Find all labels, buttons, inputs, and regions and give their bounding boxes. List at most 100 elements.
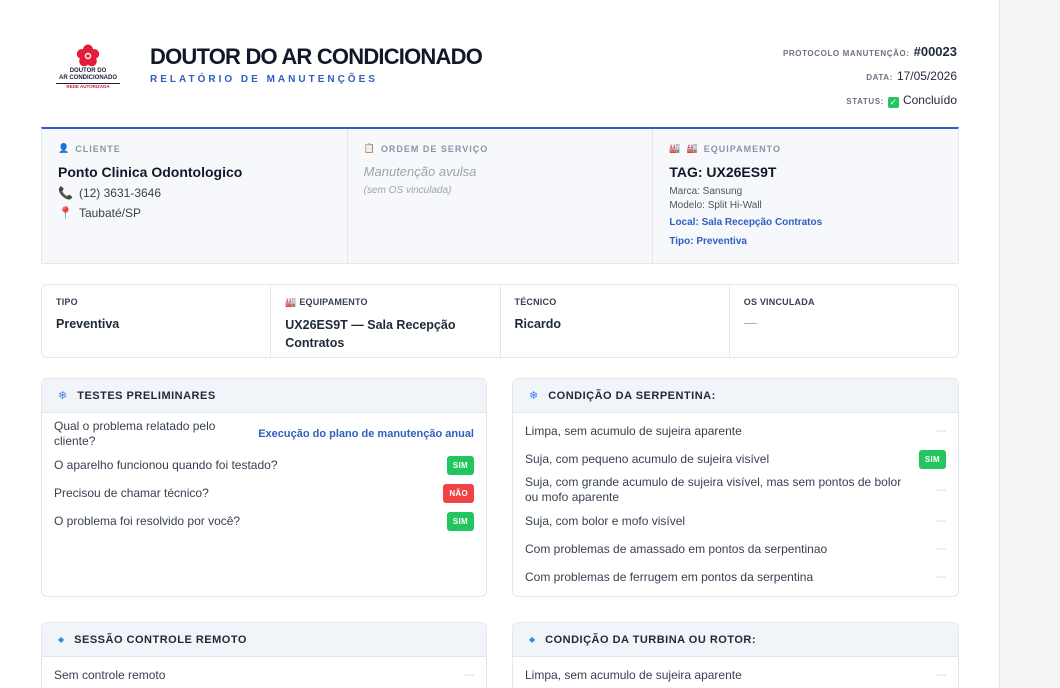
summary-os-value: —	[743, 315, 757, 330]
yes-badge: SIM	[446, 511, 474, 531]
summary-tech-label: TÉCNICO	[514, 297, 557, 307]
yes-badge: SIM	[918, 449, 946, 469]
list-item: Precisou de chamar técnico? NÃO	[54, 479, 474, 507]
list-item: O problema foi resolvido por você? SIM	[54, 507, 474, 535]
list-item: Sem controle remoto ---	[54, 661, 474, 688]
equipment-location: Local: Sala Recepção Contratos	[669, 217, 823, 228]
yes-badge: SIM	[446, 455, 474, 475]
list-item: Qual o problema relatado pelo cliente? E…	[54, 417, 474, 451]
date-row: DATA: 17/05/2026	[783, 68, 957, 92]
user-icon: 👤	[58, 143, 71, 153]
factory-icon: 🏭	[669, 143, 682, 153]
factory-icon: 🏭	[686, 143, 699, 153]
equipment-tag: TAG: UX26ES9T	[669, 164, 777, 180]
phone-icon: 📞	[58, 186, 73, 200]
empty-mark: ---	[464, 669, 474, 681]
summary-equipment: 🏭 EQUIPAMENTO UX26ES9T — Sala Recepção C…	[271, 285, 501, 357]
summary-type-value: Preventiva	[56, 317, 120, 331]
empty-mark: ---	[936, 425, 946, 437]
summary-os-label: OS VINCULADA	[743, 297, 815, 307]
item-text: Com problemas de amassado em pontos da s…	[525, 541, 828, 556]
item-text: Limpa, sem acumulo de sujeira aparente	[525, 667, 742, 682]
question-text: Precisou de chamar técnico?	[54, 485, 209, 500]
diamond-icon: ◆	[529, 635, 536, 644]
snowflake-icon: ❄	[529, 390, 539, 402]
company-logo: DOUTOR DO AR CONDICIONADO REDE AUTORIZAD…	[56, 44, 120, 90]
list-item: Com problemas de ferrugem em pontos da s…	[525, 563, 946, 591]
protocol-value: #00023	[913, 44, 957, 59]
report-subtitle: RELATÓRIO DE MANUTENÇÕES	[150, 74, 378, 85]
protocol-row: PROTOCOLO MANUTENÇÃO: #00023	[783, 44, 957, 68]
equipment-type: Tipo: Preventiva	[669, 236, 747, 247]
check-icon: ✓	[887, 97, 899, 108]
card-header: ◆ CONDIÇÃO DA TURBINA OU ROTOR:	[513, 623, 958, 657]
pin-icon: 📍	[58, 206, 73, 220]
summary-type-label: TIPO	[56, 297, 78, 307]
logo-text-3: REDE AUTORIZADA	[56, 83, 120, 89]
date-value: 17/05/2026	[896, 69, 957, 83]
service-order-header: 📋 ORDEM DE SERVIÇO	[363, 143, 489, 154]
remote-rows: Sem controle remoto ---	[42, 657, 486, 688]
service-order-column: 📋 ORDEM DE SERVIÇO Manutenção avulsa (sem…	[348, 129, 654, 263]
diamond-icon: ◆	[58, 635, 65, 644]
card-title: CONDIÇÃO DA TURBINA OU ROTOR:	[545, 633, 757, 646]
turbine-condition-card: ◆ CONDIÇÃO DA TURBINA OU ROTOR: Limpa, s…	[512, 622, 959, 688]
summary-tech: TÉCNICO Ricardo	[501, 285, 730, 357]
question-text: O aparelho funcionou quando foi testado?	[54, 457, 278, 472]
summary-tech-value: Ricardo	[514, 317, 562, 331]
empty-mark: ---	[936, 484, 946, 496]
card-header: ❄ CONDIÇÃO DA SERPENTINA:	[513, 379, 958, 413]
answer-text: Execução do plano de manutenção anual	[258, 427, 474, 440]
service-order-note: (sem OS vinculada)	[363, 185, 452, 196]
list-item: Suja, com bolor e mofo visível ---	[525, 507, 946, 535]
client-column: 👤 CLIENTE Ponto Clinica Odontologico 📞 (12…	[42, 129, 348, 263]
list-item: Suja, com pequeno acumulo de sujeira vis…	[525, 445, 946, 473]
item-text: Com problemas de ferrugem em pontos da s…	[525, 569, 814, 584]
summary-os: OS VINCULADA —	[730, 285, 958, 357]
list-item: O aparelho funcionou quando foi testado?…	[54, 451, 474, 479]
tests-rows: Qual o problema relatado pelo cliente? E…	[42, 413, 486, 535]
summary-type: TIPO Preventiva	[42, 285, 272, 357]
equipment-model: Modelo: Split Hi-Wall	[669, 200, 762, 211]
summary-strip: TIPO Preventiva 🏭 EQUIPAMENTO UX26ES9T —…	[41, 284, 959, 358]
equipment-brand: Marca: Sansung	[669, 186, 743, 197]
summary-equipment-value: UX26ES9T — Sala Recepção Contratos	[285, 318, 456, 350]
list-item: Com problemas de amassado em pontos da s…	[525, 535, 946, 563]
item-text: Suja, com pequeno acumulo de sujeira vis…	[525, 451, 770, 466]
card-header: ◆ SESSÃO CONTROLE REMOTO	[42, 623, 486, 657]
item-text: Suja, com grande acumulo de sujeira visí…	[525, 475, 902, 504]
summary-equipment-label: 🏭 EQUIPAMENTO	[285, 297, 368, 307]
card-header: ❄ TESTES PRELIMINARES	[42, 379, 486, 413]
no-badge: NÃO	[443, 483, 474, 503]
factory-icon: 🏭	[285, 297, 300, 307]
item-text: Limpa, sem acumulo de sujeira aparente	[525, 423, 742, 438]
logo-text-2: AR CONDICIONADO	[59, 75, 117, 81]
card-title: TESTES PRELIMINARES	[77, 389, 216, 402]
brand-block: DOUTOR DO AR CONDICIONADO RELATÓRIO DE M…	[150, 44, 483, 85]
flower-logo-icon	[76, 44, 100, 67]
question-text: O problema foi resolvido por você?	[54, 513, 241, 528]
empty-mark: ---	[936, 543, 946, 555]
item-text: Sem controle remoto	[54, 667, 166, 682]
report-page: DOUTOR DO AR CONDICIONADO REDE AUTORIZAD…	[0, 0, 1000, 688]
list-item: Limpa, sem acumulo de sujeira aparente -…	[525, 661, 946, 688]
logo-text-1: DOUTOR DO	[69, 68, 107, 74]
coil-condition-card: ❄ CONDIÇÃO DA SERPENTINA: Limpa, sem acu…	[512, 378, 959, 597]
remote-control-card: ◆ SESSÃO CONTROLE REMOTO Sem controle re…	[41, 622, 487, 688]
list-item: Suja, com grande acumulo de sujeira visí…	[525, 473, 946, 507]
report-meta: PROTOCOLO MANUTENÇÃO: #00023 DATA: 17/05/2…	[783, 44, 957, 116]
equipment-column: 🏭 🏭 EQUIPAMENTO TAG: UX26ES9T Marca: Sansu…	[653, 129, 958, 263]
equipment-header: 🏭 🏭 EQUIPAMENTO	[669, 143, 781, 154]
coil-rows: Limpa, sem acumulo de sujeira aparente -…	[513, 413, 958, 591]
status-row: STATUS: ✓ Concluído	[783, 92, 957, 116]
protocol-label: PROTOCOLO MANUTENÇÃO:	[782, 49, 910, 58]
date-label: DATA:	[866, 73, 893, 82]
client-header: 👤 CLIENTE	[58, 143, 121, 154]
card-title: CONDIÇÃO DA SERPENTINA:	[548, 389, 716, 402]
company-name: DOUTOR DO AR CONDICIONADO	[150, 44, 483, 69]
client-name: Ponto Clinica Odontologico	[58, 164, 243, 180]
empty-mark: ---	[936, 669, 946, 681]
client-city: 📍 Taubaté/SP	[58, 206, 141, 220]
question-text: Qual o problema relatado pelo cliente?	[54, 419, 216, 448]
empty-mark: ---	[936, 515, 946, 527]
